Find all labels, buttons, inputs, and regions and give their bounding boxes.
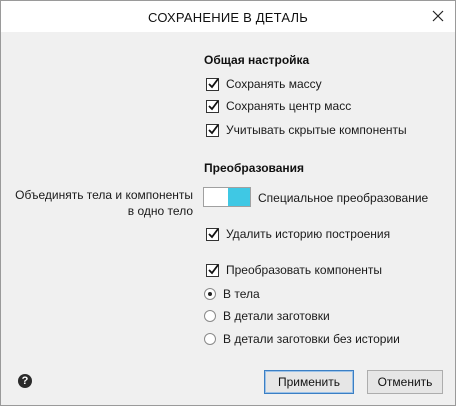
special-transform-row: Специальное преобразование: [258, 189, 428, 207]
merge-bodies-label-line1: Объединять тела и компоненты: [15, 188, 193, 202]
convert-components-checkbox[interactable]: [206, 263, 219, 277]
special-transform-label: Специальное преобразование: [258, 191, 429, 205]
special-transform-toggle[interactable]: [203, 187, 251, 207]
save-mass-option[interactable]: Сохранять массу: [206, 75, 322, 93]
radio-to-blank-parts-label: В детали заготовки: [223, 309, 330, 323]
delete-history-checkbox[interactable]: [206, 227, 219, 241]
title-bar: СОХРАНЕНИЕ В ДЕТАЛЬ: [1, 1, 455, 32]
save-center-of-mass-label: Сохранять центр масс: [226, 99, 352, 113]
cancel-button[interactable]: Отменить: [367, 370, 443, 394]
radio-button-to-bodies[interactable]: [204, 288, 216, 300]
hidden-components-checkbox[interactable]: [206, 123, 219, 137]
hidden-components-label: Учитывать скрытые компоненты: [226, 123, 407, 137]
close-icon[interactable]: [429, 7, 447, 25]
delete-history-option[interactable]: Удалить историю построения: [206, 225, 390, 243]
save-mass-checkbox[interactable]: [206, 77, 219, 91]
dialog-title: СОХРАНЕНИЕ В ДЕТАЛЬ: [148, 10, 308, 25]
radio-to-bodies[interactable]: В тела: [204, 285, 260, 303]
save-to-part-dialog: СОХРАНЕНИЕ В ДЕТАЛЬ Общая настройка Сохр…: [0, 0, 456, 406]
radio-to-blank-parts-no-history-label: В детали заготовки без истории: [223, 332, 400, 346]
apply-button[interactable]: Применить: [264, 370, 354, 394]
hidden-components-option[interactable]: Учитывать скрытые компоненты: [206, 121, 407, 139]
radio-to-blank-parts[interactable]: В детали заготовки: [204, 307, 330, 325]
radio-button-to-blank-parts-no-history[interactable]: [204, 333, 216, 345]
radio-button-to-blank-parts[interactable]: [204, 310, 216, 322]
toggle-track-off: [204, 188, 228, 206]
save-center-of-mass-checkbox[interactable]: [206, 99, 219, 113]
merge-bodies-label-line2: в одно тело: [127, 204, 193, 218]
delete-history-label: Удалить историю построения: [226, 227, 391, 241]
save-mass-label: Сохранять массу: [226, 77, 322, 91]
save-center-of-mass-option[interactable]: Сохранять центр масс: [206, 97, 351, 115]
convert-components-option[interactable]: Преобразовать компоненты: [206, 261, 382, 279]
general-settings-heading: Общая настройка: [204, 53, 310, 67]
help-icon[interactable]: ?: [18, 374, 32, 388]
convert-components-label: Преобразовать компоненты: [226, 263, 383, 277]
toggle-track-on: [228, 188, 250, 206]
transformations-heading: Преобразования: [204, 161, 305, 175]
merge-bodies-label: Объединять тела и компоненты в одно тело: [15, 187, 193, 219]
radio-to-bodies-label: В тела: [223, 287, 260, 301]
radio-to-blank-parts-no-history[interactable]: В детали заготовки без истории: [204, 330, 400, 348]
